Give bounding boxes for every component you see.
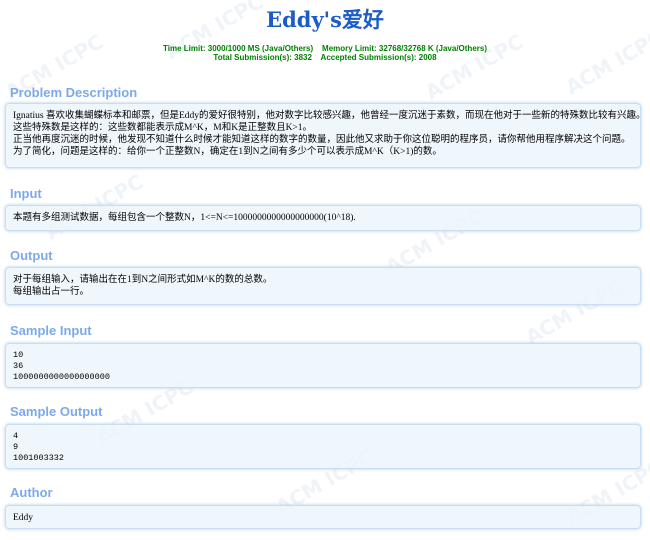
section-heading-sample-output: Sample Output — [10, 404, 103, 419]
problem-title: Eddy's爱好 — [266, 7, 384, 32]
watermark-text: ACM ICPC — [561, 24, 650, 100]
description-line: 正当他再度沉迷的时候，他发现不知道什么时候才能知道这样的数字的数量，因此他又求助… — [13, 135, 631, 145]
sample-output-panel: 4 9 1001003332 — [5, 424, 641, 469]
output-line: 每组输出占一行。 — [13, 287, 90, 297]
sample-input-panel: 10 36 1000000000000000000 — [5, 343, 641, 388]
input-panel: 本题有多组测试数据，每组包含一个整数N，1<=N<=10000000000000… — [5, 205, 641, 231]
section-heading-input: Input — [10, 186, 42, 201]
description-line: Ignatius 喜欢收集蝴蝶标本和邮票，但是Eddy的爱好很特别，他对数字比较… — [13, 111, 646, 121]
author-name: Eddy — [13, 513, 34, 523]
section-heading-sample-input: Sample Input — [10, 323, 92, 338]
section-heading-description: Problem Description — [10, 85, 138, 100]
watermark-text: ACM ICPC — [421, 29, 528, 105]
sample-output-line: 4 — [13, 431, 19, 441]
submissions-line: Total Submission(s): 3832 Accepted Submi… — [213, 53, 437, 62]
output-line: 对于每组输入，请输出在在1到N之间形式如M^K的数的总数。 — [13, 275, 273, 285]
description-panel: Ignatius 喜欢收集蝴蝶标本和邮票，但是Eddy的爱好很特别，他对数字比较… — [5, 103, 646, 168]
sample-output-line: 9 — [13, 442, 19, 452]
output-panel: 对于每组输入，请输出在在1到N之间形式如M^K的数的总数。 每组输出占一行。 — [5, 267, 641, 305]
sample-input-line: 36 — [13, 361, 24, 371]
input-line: 本题有多组测试数据，每组包含一个整数N，1<=N<=10000000000000… — [13, 213, 356, 223]
limits-line: Time Limit: 3000/1000 MS (Java/Others) M… — [163, 44, 487, 53]
sample-input-line: 1000000000000000000 — [13, 372, 110, 382]
section-heading-output: Output — [10, 248, 53, 263]
sample-input-line: 10 — [13, 350, 24, 360]
sample-output-line: 1001003332 — [13, 453, 65, 463]
section-heading-author: Author — [10, 485, 53, 500]
author-panel: Eddy — [5, 505, 641, 529]
description-line: 为了简化，问题是这样的：给你一个正整数N，确定在1到N之间有多少个可以表示成M^… — [13, 147, 442, 157]
description-line: 这些特殊数是这样的：这些数都能表示成M^K，M和K是正整数且K>1。 — [13, 123, 313, 133]
